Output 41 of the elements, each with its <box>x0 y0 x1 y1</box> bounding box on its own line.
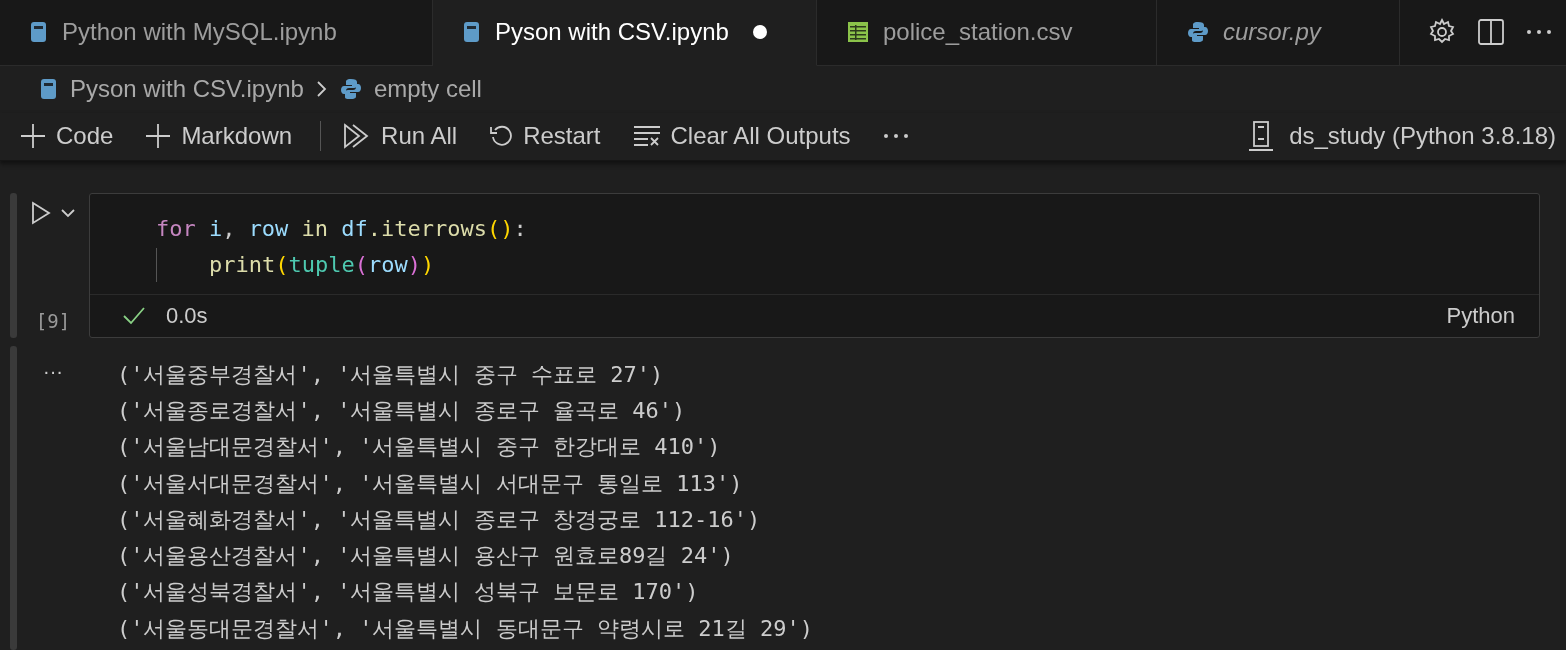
output-menu[interactable]: ··· <box>17 345 89 650</box>
code-line: for i, row in df.iterrows(): <box>156 214 528 243</box>
plus-icon <box>145 123 172 150</box>
output-line: ('서울종로경찰서', '서울특별시 종로구 율곡로 46') <box>117 396 687 425</box>
table-icon <box>847 21 869 44</box>
plus-icon <box>20 123 46 150</box>
split-editor-icon[interactable] <box>1478 19 1504 46</box>
breadcrumb-item[interactable]: empty cell <box>373 75 482 104</box>
editor-tab[interactable]: Pyson with CSV.ipynb <box>433 0 817 66</box>
notebook-icon <box>30 21 48 44</box>
kernel-picker[interactable]: ds_study (Python 3.8.18) <box>1247 121 1556 152</box>
output-line: ('서울서대문경찰서', '서울특별시 서대문구 통일로 113') <box>117 469 744 498</box>
code-line: print(tuple(row)) <box>156 249 1539 280</box>
execution-time: 0.0s <box>166 302 208 329</box>
code-cell-editor[interactable]: for i, row in df.iterrows(): print(tuple(row)) 0.0s Python <box>89 192 1540 338</box>
chevron-down-icon[interactable] <box>61 207 75 218</box>
output-line: ('서울중부경찰서', '서울특별시 중구 수표로 27') <box>117 360 665 389</box>
more-icon[interactable] <box>1526 29 1552 36</box>
restart-icon <box>489 124 514 149</box>
clear-icon <box>632 125 661 148</box>
output-line: ('서울용산경찰서', '서울특별시 용산구 원효로89길 24') <box>117 542 735 571</box>
toolbar-button[interactable]: Run All <box>343 122 458 151</box>
output-line: ('서울동대문경찰서', '서울특별시 동대문구 약령시로 21길 29') <box>117 614 813 643</box>
output-line: ('서울남대문경찰서', '서울특별시 중구 한강대로 410') <box>117 433 722 462</box>
toolbar-button[interactable]: Clear All Outputs <box>632 122 851 151</box>
toolbar-button[interactable]: Restart <box>489 122 601 151</box>
more-icon[interactable] <box>882 133 909 140</box>
notebook-icon <box>40 78 58 101</box>
output-line: ('서울혜화경찰서', '서울특별시 종로구 창경궁로 112-16') <box>117 505 762 534</box>
chevron-right-icon <box>315 80 328 99</box>
run-cell-icon[interactable] <box>31 200 51 225</box>
server-icon <box>1247 121 1276 152</box>
notebook-icon <box>463 21 481 44</box>
execution-count: [9] <box>35 309 71 332</box>
python-icon <box>339 78 362 101</box>
toolbar-button[interactable]: Code <box>20 122 114 151</box>
toolbar-button[interactable]: Markdown <box>145 122 293 151</box>
output-line: ('서울성북경찰서', '서울특별시 성북구 보문로 170') <box>117 578 700 607</box>
python-icon <box>1187 21 1209 44</box>
cell-language[interactable]: Python <box>1446 302 1515 329</box>
breadcrumb-item[interactable]: Pyson with CSV.ipynb <box>70 75 304 104</box>
